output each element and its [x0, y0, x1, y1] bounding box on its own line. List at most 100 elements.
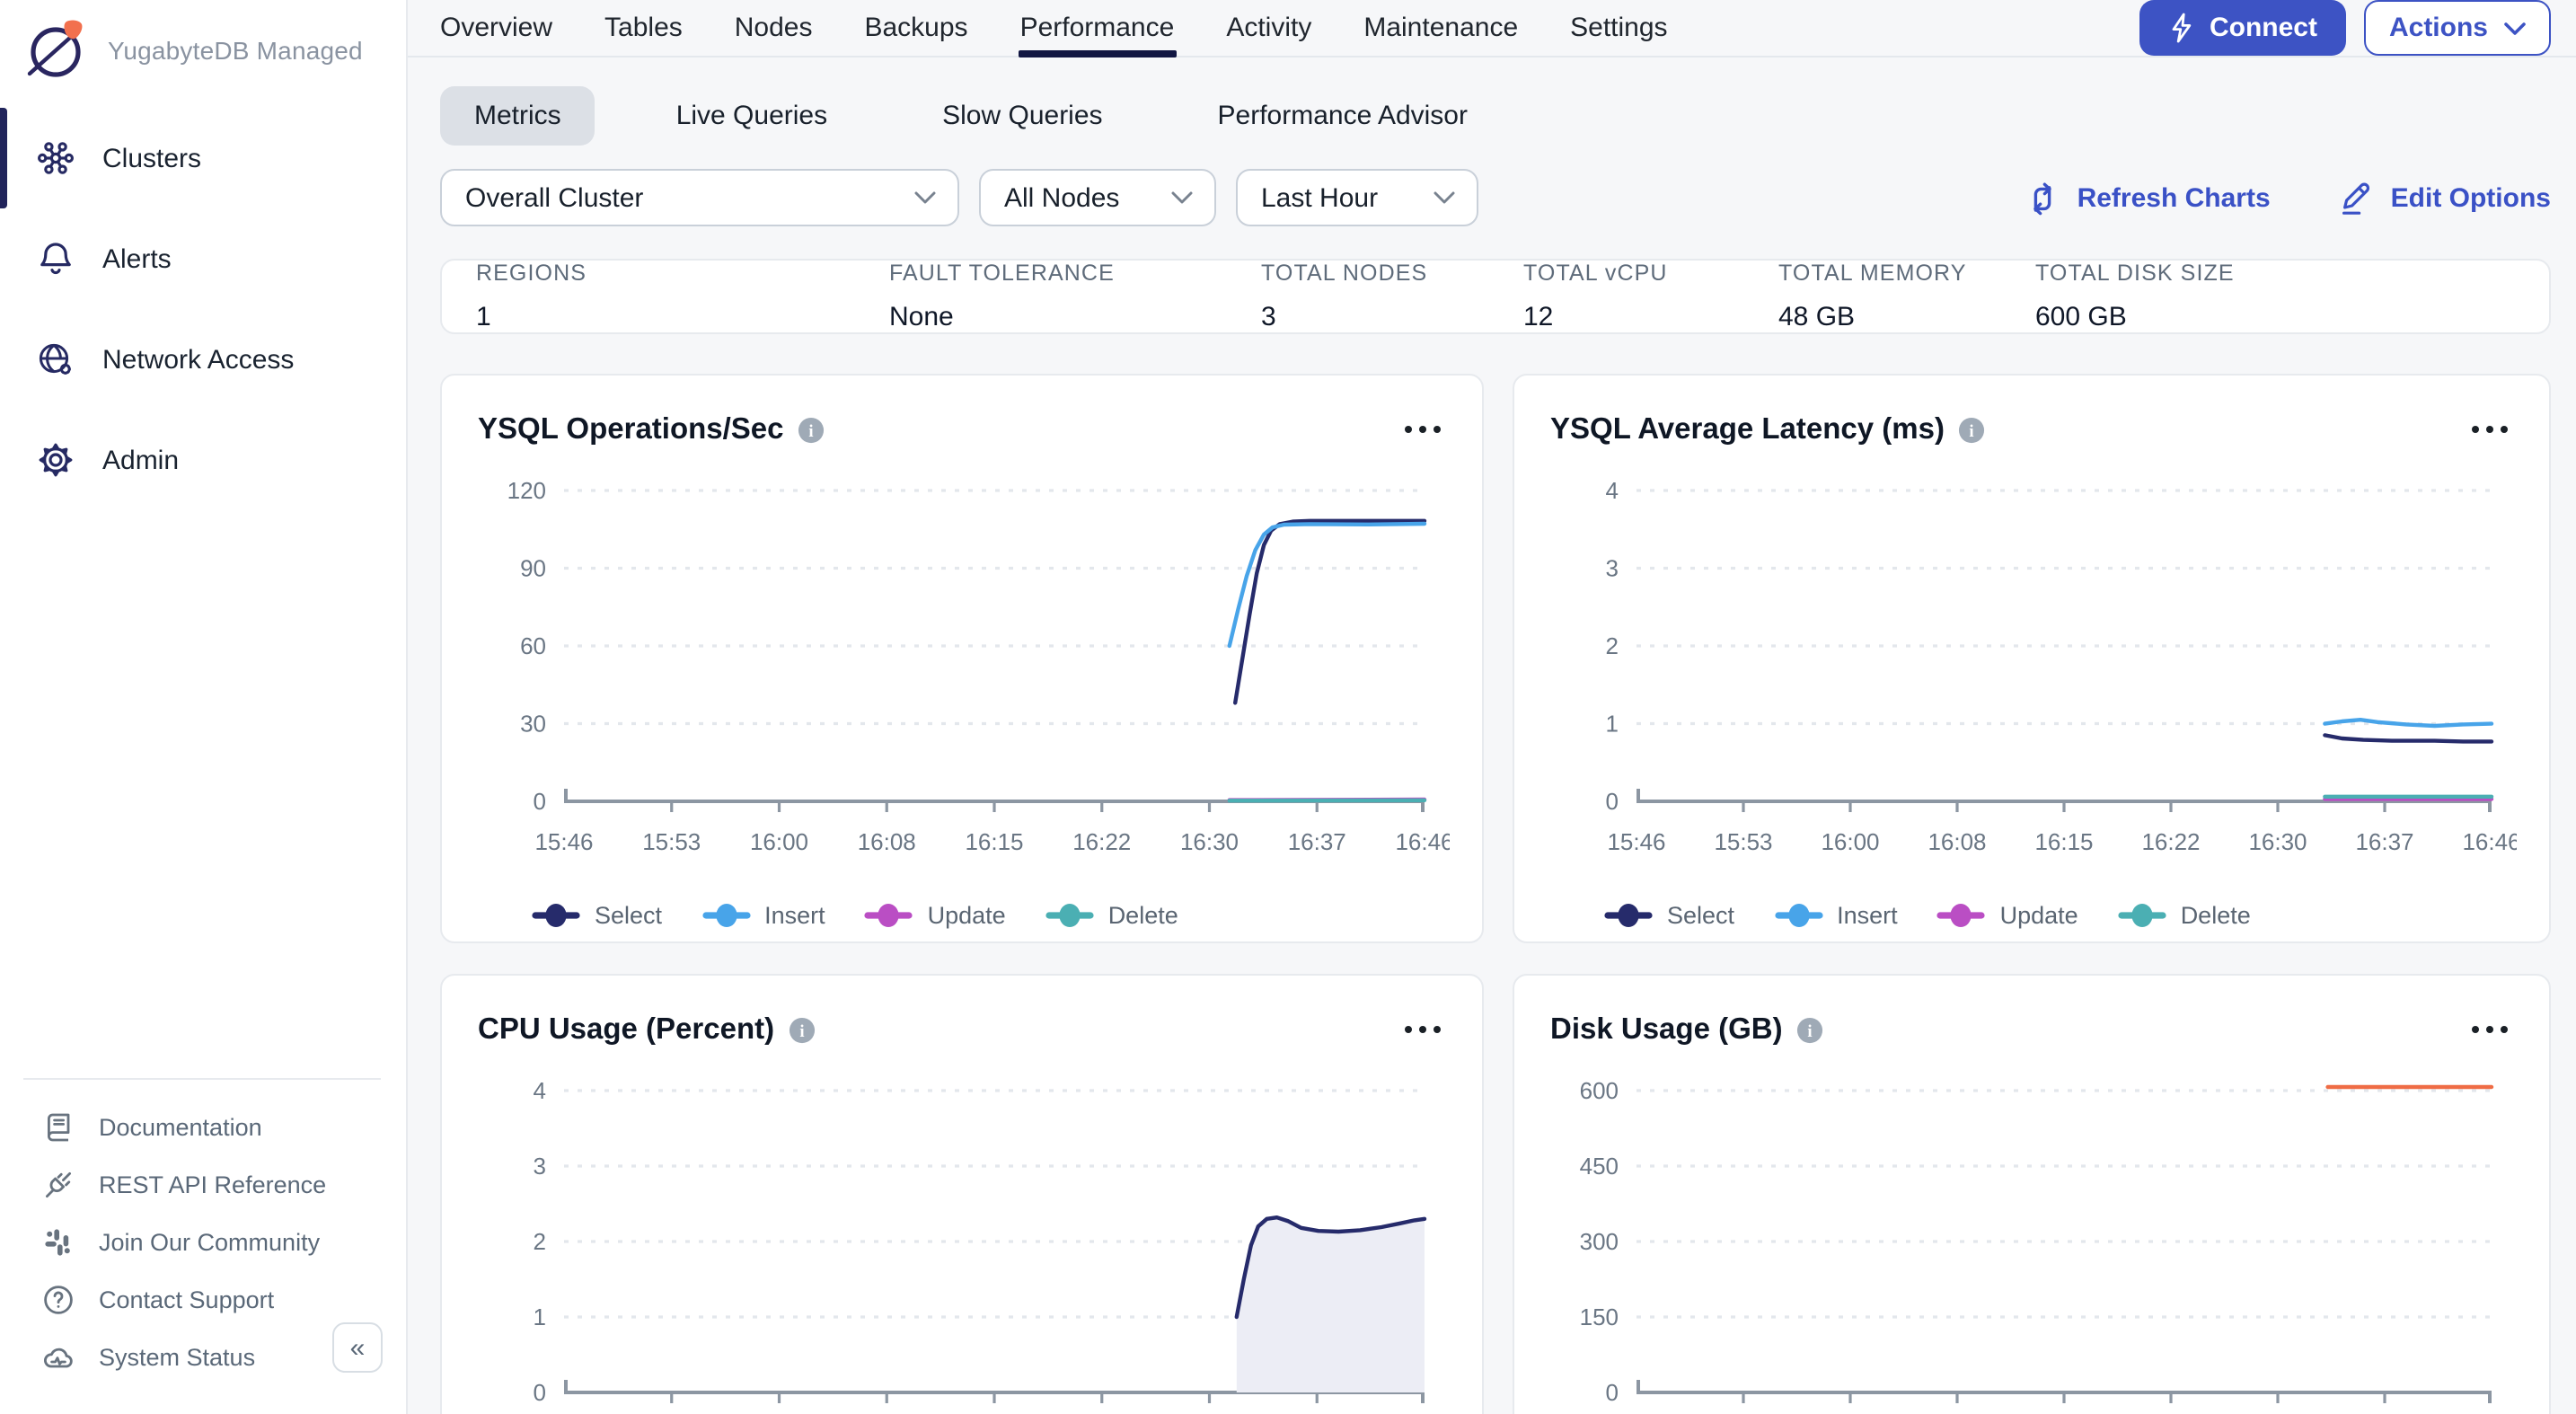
disk-usage-line-chart: 015030045060015:4615:5316:0016:0816:1516…	[1550, 1069, 2517, 1414]
legend-item-update[interactable]: Update	[1937, 902, 2078, 929]
sidebar-item-label: Admin	[102, 445, 179, 475]
legend-item-insert[interactable]: Insert	[701, 902, 825, 929]
chart-menu-button[interactable]	[1399, 1017, 1446, 1042]
ysql-latency-line-chart: 0123415:4615:5316:0016:0816:1516:2216:30…	[1550, 469, 2517, 882]
connect-button[interactable]: Connect	[2139, 0, 2346, 56]
refresh-icon	[2025, 179, 2061, 217]
tab-settings[interactable]: Settings	[1570, 0, 1667, 56]
cluster-tabs: Overview Tables Nodes Backups Performanc…	[440, 0, 1668, 56]
tab-overview[interactable]: Overview	[440, 0, 552, 56]
svg-text:16:08: 16:08	[858, 828, 916, 855]
sidebar-item-admin[interactable]: Admin	[0, 410, 406, 510]
cluster-stats-bar: REGIONS 1 FAULT TOLERANCE None TOTAL NOD…	[440, 259, 2551, 334]
sidebar-divider	[23, 1078, 381, 1080]
nodes-select[interactable]: All Nodes	[979, 169, 1216, 226]
legend-item-delete[interactable]: Delete	[2118, 902, 2251, 929]
footer-item-label: REST API Reference	[99, 1171, 326, 1197]
legend-item-insert[interactable]: Insert	[1774, 902, 1898, 929]
cluster-scope-select[interactable]: Overall Cluster	[440, 169, 959, 226]
svg-text:16:00: 16:00	[1821, 828, 1879, 855]
svg-text:16:15: 16:15	[965, 828, 1023, 855]
svg-text:600: 600	[1580, 1077, 1619, 1104]
svg-text:60: 60	[520, 632, 546, 659]
chart-title: YSQL Operations/Sec	[478, 412, 784, 446]
edit-options-button[interactable]: Edit Options	[2339, 179, 2551, 217]
chart-menu-button[interactable]	[2466, 417, 2513, 442]
info-icon[interactable]: i	[1959, 416, 1986, 443]
sidebar-spacer	[0, 510, 406, 1078]
svg-text:16:22: 16:22	[2141, 828, 2200, 855]
sidebar-item-rest-api[interactable]: REST API Reference	[0, 1155, 406, 1213]
svg-text:15:53: 15:53	[1714, 828, 1772, 855]
legend-marker-icon	[1045, 902, 1094, 929]
sidebar-item-documentation[interactable]: Documentation	[0, 1098, 406, 1155]
info-icon[interactable]: i	[1797, 1016, 1824, 1043]
cpu-usage-line-chart: 0123415:4615:5316:0016:0816:1516:2216:30…	[478, 1069, 1450, 1414]
lightning-icon	[2168, 13, 2195, 43]
chart-menu-button[interactable]	[1399, 417, 1446, 442]
sidebar-item-alerts[interactable]: Alerts	[0, 208, 406, 309]
chart-card-ysql-operations: YSQL Operations/Sec i 030609012015:4615:…	[440, 374, 1484, 943]
sidebar-collapse-button[interactable]: «	[332, 1322, 383, 1373]
sidebar-item-community[interactable]: Join Our Community	[0, 1213, 406, 1270]
legend-item-select[interactable]: Select	[532, 902, 662, 929]
tab-maintenance[interactable]: Maintenance	[1363, 0, 1518, 56]
chart-card-disk-usage: Disk Usage (GB) i 015030045060015:4615:5…	[1513, 974, 2551, 1414]
svg-text:4: 4	[534, 1077, 546, 1104]
bell-icon	[36, 239, 75, 278]
svg-text:16:46: 16:46	[2462, 828, 2517, 855]
tab-performance[interactable]: Performance	[1020, 0, 1175, 56]
stat-fault-tolerance: FAULT TOLERANCE None	[889, 261, 1261, 332]
legend-item-update[interactable]: Update	[865, 902, 1006, 929]
time-range-select[interactable]: Last Hour	[1236, 169, 1478, 226]
sidebar-item-support[interactable]: Contact Support	[0, 1270, 406, 1328]
tab-tables[interactable]: Tables	[604, 0, 683, 56]
svg-text:15:53: 15:53	[642, 828, 701, 855]
actions-button[interactable]: Actions	[2364, 0, 2551, 56]
slack-icon	[41, 1224, 75, 1259]
filter-links: Refresh Charts Edit Options	[2025, 179, 2551, 217]
chart-menu-button[interactable]	[2466, 1017, 2513, 1042]
filter-bar: Overall Cluster All Nodes Last Hour	[440, 169, 2551, 226]
footer-item-label: Contact Support	[99, 1286, 274, 1312]
svg-text:90: 90	[520, 555, 546, 582]
svg-text:300: 300	[1580, 1228, 1619, 1255]
svg-text:0: 0	[534, 1379, 546, 1406]
pencil-icon	[2339, 179, 2375, 217]
legend-item-delete[interactable]: Delete	[1045, 902, 1178, 929]
svg-text:i: i	[809, 421, 814, 440]
tab-backups[interactable]: Backups	[864, 0, 967, 56]
refresh-charts-button[interactable]: Refresh Charts	[2025, 179, 2271, 217]
subtab-performance-advisor[interactable]: Performance Advisor	[1184, 86, 1502, 146]
tab-activity[interactable]: Activity	[1226, 0, 1311, 56]
performance-subtabs: Metrics Live Queries Slow Queries Perfor…	[440, 86, 2551, 146]
subtab-live-queries[interactable]: Live Queries	[642, 86, 861, 146]
info-icon[interactable]: i	[798, 416, 825, 443]
sidebar-item-clusters[interactable]: Clusters	[0, 108, 406, 208]
svg-text:450: 450	[1580, 1153, 1619, 1180]
sidebar-item-label: Alerts	[102, 243, 172, 274]
chevron-down-icon	[1434, 190, 1455, 205]
subtab-metrics[interactable]: Metrics	[440, 86, 595, 146]
sidebar-item-network-access[interactable]: Network Access	[0, 309, 406, 410]
chart-header: YSQL Operations/Sec i	[478, 376, 1446, 469]
stat-total-memory: TOTAL MEMORY 48 GB	[1778, 261, 2035, 332]
svg-text:2: 2	[1606, 632, 1619, 659]
stat-total-disk: TOTAL DISK SIZE 600 GB	[2035, 261, 2235, 332]
footer-item-label: Documentation	[99, 1113, 262, 1140]
tab-nodes[interactable]: Nodes	[735, 0, 813, 56]
stat-total-vcpu: TOTAL vCPU 12	[1523, 261, 1778, 332]
svg-text:120: 120	[507, 477, 546, 504]
svg-text:16:46: 16:46	[1395, 828, 1450, 855]
svg-text:0: 0	[1606, 788, 1619, 815]
chart-title: YSQL Average Latency (ms)	[1550, 412, 1945, 446]
legend-marker-icon	[2118, 902, 2166, 929]
svg-text:i: i	[800, 1021, 805, 1040]
cloud-status-icon	[41, 1339, 75, 1374]
plug-icon	[41, 1167, 75, 1201]
subtab-slow-queries[interactable]: Slow Queries	[908, 86, 1136, 146]
stat-total-nodes: TOTAL NODES 3	[1261, 261, 1523, 332]
svg-text:3: 3	[1606, 555, 1619, 582]
legend-item-select[interactable]: Select	[1604, 902, 1734, 929]
info-icon[interactable]: i	[789, 1016, 816, 1043]
